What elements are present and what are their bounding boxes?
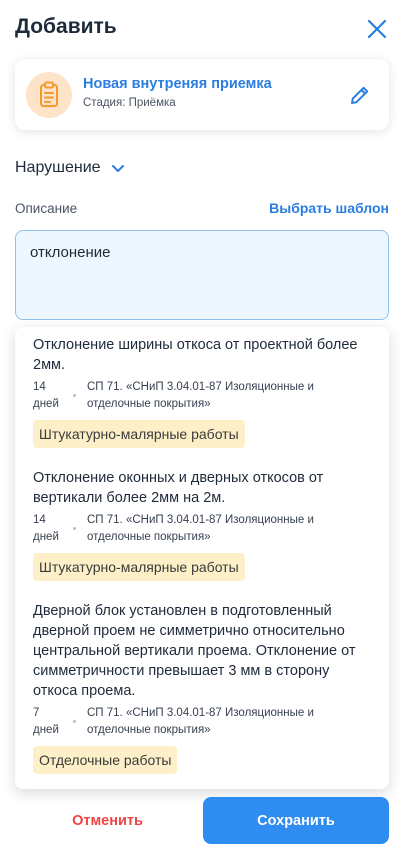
- suggestion-norm: СП 71. «СНиП 3.04.01-87 Изоляционные и о…: [87, 707, 314, 736]
- suggestion-title: Отклонение оконных и дверных откосов от …: [33, 470, 324, 506]
- suggestion-tag: Отделочные работы: [33, 746, 178, 774]
- chevron-down-icon: [110, 160, 126, 176]
- suggestion-meta: 7 дней СП 71. «СНиП 3.04.01-87 Изоляцион…: [33, 705, 373, 739]
- suggestion-days: 7 дней: [33, 707, 59, 736]
- description-label: Описание: [15, 201, 78, 216]
- suggestion-tag: Штукатурно-малярные работы: [33, 553, 245, 581]
- pencil-icon[interactable]: [348, 83, 372, 107]
- inspection-card: Новая внутреняя приемка Стадия: Приёмка: [15, 59, 389, 130]
- choose-template-link[interactable]: Выбрать шаблон: [269, 200, 389, 216]
- cancel-button[interactable]: Отменить: [15, 797, 200, 844]
- inspection-stage: Стадия: Приёмка: [83, 97, 176, 109]
- suggestion-item[interactable]: Отклонение оконных и дверных откосов от …: [33, 468, 373, 581]
- suggestion-norm: СП 71. «СНиП 3.04.01-87 Изоляционные и о…: [87, 381, 314, 410]
- suggestion-title: Отклонение ширины откоса от проектной бо…: [33, 337, 358, 373]
- violation-section-toggle[interactable]: Нарушение: [15, 156, 126, 180]
- suggestion-days: 14 дней: [33, 514, 59, 543]
- header: Добавить: [0, 0, 403, 58]
- description-textarea[interactable]: отклонение: [15, 230, 389, 320]
- suggestion-days: 14 дней: [33, 381, 59, 410]
- page-title: Добавить: [15, 15, 117, 38]
- close-icon[interactable]: [364, 16, 390, 42]
- suggestion-meta: 14 дней СП 71. «СНиП 3.04.01-87 Изоляцио…: [33, 379, 373, 413]
- inspection-title: Новая внутреняя приемка: [83, 76, 272, 92]
- suggestion-tag: Штукатурно-малярные работы: [33, 420, 245, 448]
- separator-dot: [73, 527, 76, 530]
- suggestion-item[interactable]: Дверной блок установлен в подготовленный…: [33, 601, 373, 774]
- suggestion-item[interactable]: Отклонение ширины откоса от проектной бо…: [33, 335, 373, 448]
- clipboard-icon: [26, 72, 72, 118]
- save-button[interactable]: Сохранить: [203, 797, 389, 844]
- suggestion-title: Дверной блок установлен в подготовленный…: [33, 603, 356, 699]
- separator-dot: [73, 394, 76, 397]
- suggestions-dropdown: Отклонение ширины откоса от проектной бо…: [15, 327, 389, 789]
- suggestion-meta: 14 дней СП 71. «СНиП 3.04.01-87 Изоляцио…: [33, 512, 373, 546]
- section-label: Нарушение: [15, 159, 101, 176]
- separator-dot: [73, 720, 76, 723]
- suggestion-norm: СП 71. «СНиП 3.04.01-87 Изоляционные и о…: [87, 514, 314, 543]
